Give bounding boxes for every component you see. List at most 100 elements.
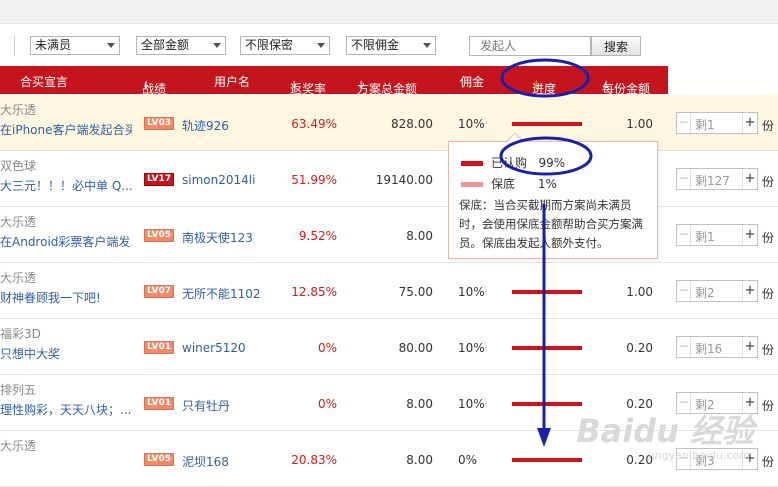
total-amount: 8.00 xyxy=(406,453,433,467)
progress-bar xyxy=(512,402,582,406)
amount-select-value: 全部金额 xyxy=(141,38,190,52)
quantity-stepper[interactable]: − 剩127 + xyxy=(676,168,758,190)
quantity-stepper[interactable]: − 剩16 + xyxy=(676,336,758,358)
username-link[interactable]: 泥坝168 xyxy=(182,453,229,470)
table-row: 大乐透 财神眷顾我一下吧! LV07 无所不能1102 12.85% 75.00 10% 1.… xyxy=(0,263,778,319)
username-link[interactable]: simon2014li xyxy=(182,173,255,187)
sort-down-icon: ↓ xyxy=(602,80,611,91)
decrement-button[interactable]: − xyxy=(677,169,691,189)
slogan-link[interactable]: 理性购彩，天天八块；... xyxy=(0,401,131,418)
per-share-amount: 0.20 xyxy=(626,453,653,467)
increment-button[interactable]: + xyxy=(742,169,757,189)
total-amount: 828.00 xyxy=(391,117,433,131)
decrement-button[interactable]: − xyxy=(677,281,691,301)
increment-button[interactable]: + xyxy=(742,225,757,245)
table-row: 福彩3D 只想中大奖 LV01 winer5120 0% 80.00 10% 0.20 − 剩16… xyxy=(0,319,778,375)
commission: 10% xyxy=(458,117,485,131)
bought-label: 已认购 xyxy=(491,156,528,170)
increment-button[interactable]: + xyxy=(742,337,757,357)
quantity-stepper[interactable]: − 剩2 + xyxy=(676,280,758,302)
username-link[interactable]: winer5120 xyxy=(182,341,246,355)
share-unit: 份 xyxy=(762,343,775,357)
level-badge: LV03 xyxy=(144,117,174,130)
progress-tooltip: 已认购 99% 保底 1% 保底：当合买截期而方案尚未满员时，会使用保底金额帮助… xyxy=(448,132,658,259)
commission: 10% xyxy=(458,397,485,411)
lottery-name: 排列五 xyxy=(0,383,37,397)
share-unit: 份 xyxy=(762,287,775,301)
decrement-button[interactable]: − xyxy=(677,337,691,357)
slogan-link[interactable]: 大三元！！！必中单 Q... xyxy=(0,177,132,194)
decrement-button[interactable]: − xyxy=(677,113,691,133)
remaining-shares: 剩1 xyxy=(695,118,715,132)
commission: 10% xyxy=(458,285,485,299)
share-unit: 份 xyxy=(762,399,775,413)
total-amount: 8.00 xyxy=(406,397,433,411)
username-link[interactable]: 无所不能1102 xyxy=(182,285,261,302)
remaining-shares: 剩127 xyxy=(695,174,730,188)
total-amount: 80.00 xyxy=(398,341,433,355)
confidential-select-value: 不限保密 xyxy=(245,38,294,52)
header-username: 用户名 xyxy=(214,75,251,89)
level-badge: LV05 xyxy=(144,229,174,242)
lottery-name: 大乐透 xyxy=(0,439,37,453)
lottery-name: 大乐透 xyxy=(0,271,37,285)
table-row: 双色球 大三元！！！必中单 Q... LV17 simon2014li 51.99% 19… xyxy=(0,151,778,207)
sort-down-icon: ↓ xyxy=(532,80,541,91)
progress-bar xyxy=(512,122,582,126)
guarantee-value: 1% xyxy=(537,177,557,191)
header-slogan: 合买宣言 xyxy=(20,75,69,89)
chevron-down-icon xyxy=(107,43,115,48)
total-amount: 75.00 xyxy=(398,285,433,299)
share-unit: 份 xyxy=(762,455,775,469)
amount-select[interactable]: 全部金额 xyxy=(136,36,226,55)
quantity-stepper[interactable]: − 剩1 + xyxy=(676,112,758,134)
username-link[interactable]: 轨迹926 xyxy=(182,117,229,134)
increment-button[interactable]: + xyxy=(742,281,757,301)
sort-down-icon: ↓ xyxy=(142,80,151,91)
guarantee-label: 保底 xyxy=(491,177,516,191)
tooltip-guarantee: 保底 1% xyxy=(461,175,557,192)
slogan-link[interactable]: 在iPhone客户端发起合买 xyxy=(0,121,132,138)
tooltip-note: 保底：当合买截期而方案尚未满员时，会使用保底金额帮助合买方案满员。保底由发起人额… xyxy=(459,198,643,250)
initiator-search-input[interactable] xyxy=(469,36,591,56)
confidential-select[interactable]: 不限保密 xyxy=(240,36,330,55)
chevron-down-icon xyxy=(317,43,325,48)
share-unit: 份 xyxy=(762,231,775,245)
level-badge: LV07 xyxy=(144,285,174,298)
slogan-link[interactable]: 财神眷顾我一下吧! xyxy=(0,289,101,306)
per-share-amount: 0.20 xyxy=(626,341,653,355)
bought-swatch xyxy=(461,161,483,166)
lottery-name: 大乐透 xyxy=(0,215,37,229)
status-select[interactable]: 未满员 xyxy=(30,36,120,55)
progress-bar xyxy=(512,458,582,462)
return-rate: 9.52% xyxy=(298,229,337,243)
level-badge: LV05 xyxy=(144,453,174,466)
bought-value: 99% xyxy=(538,156,566,170)
slogan-link[interactable]: 只想中大奖 xyxy=(0,345,60,362)
return-rate: 20.83% xyxy=(291,453,337,467)
baidu-logo-watermark: Baidu 经验 xyxy=(576,412,754,450)
per-share-amount: 1.00 xyxy=(626,285,653,299)
decrement-button[interactable]: − xyxy=(677,225,691,245)
table-row: 大乐透 在iPhone客户端发起合买 LV03 轨迹926 63.49% 828.00 10… xyxy=(0,95,778,151)
header-commission: 佣金 xyxy=(460,75,485,89)
status-select-value: 未满员 xyxy=(35,38,72,52)
remaining-shares: 剩1 xyxy=(695,230,715,244)
username-link[interactable]: 只有牡丹 xyxy=(182,397,230,414)
lottery-name: 福彩3D xyxy=(0,327,41,341)
search-button[interactable]: 搜索 xyxy=(591,36,641,56)
return-rate: 0% xyxy=(317,341,337,355)
commission-select[interactable]: 不限佣金 xyxy=(346,36,436,55)
per-share-amount: 1.00 xyxy=(626,117,653,131)
progress-bar xyxy=(512,290,582,294)
chevron-down-icon xyxy=(423,43,431,48)
share-unit: 份 xyxy=(762,119,775,133)
table-row: 大乐透 在Android彩票客户端发... LV05 南极天使123 9.52% 8.00… xyxy=(0,207,778,263)
tooltip-bought: 已认购 99% xyxy=(461,154,565,171)
increment-button[interactable]: + xyxy=(742,113,757,133)
watermark-url: jingyan.baidu.com xyxy=(648,449,750,462)
slogan-link[interactable]: 在Android彩票客户端发... xyxy=(0,233,132,250)
quantity-stepper[interactable]: − 剩1 + xyxy=(676,224,758,246)
username-link[interactable]: 南极天使123 xyxy=(182,229,253,246)
return-rate: 0% xyxy=(317,397,337,411)
